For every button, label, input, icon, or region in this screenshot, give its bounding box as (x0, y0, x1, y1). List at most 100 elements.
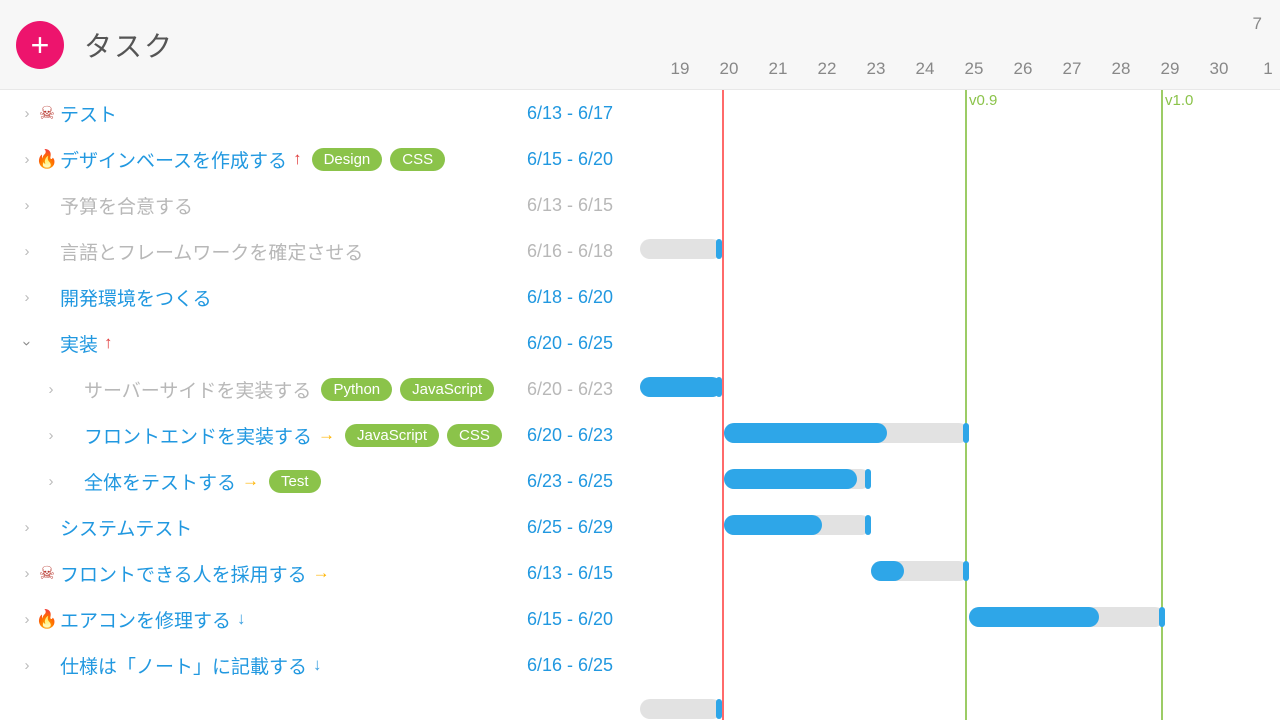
timeline-header: 1920212223242526272829301 (640, 0, 1280, 89)
chevron-right-icon[interactable]: › (44, 427, 58, 444)
day-label: 19 (671, 59, 690, 79)
fire-icon: 🔥 (36, 149, 58, 170)
gantt-bar-handle[interactable] (716, 377, 722, 397)
task-title[interactable]: 全体をテストする (84, 468, 236, 495)
gantt-bar-bg[interactable] (640, 699, 722, 719)
task-title[interactable]: デザインベースを作成する (60, 146, 287, 173)
task-dates: 6/18 - 6/20 (527, 287, 613, 308)
fire-icon: 🔥 (36, 609, 58, 630)
chevron-right-icon[interactable]: › (20, 611, 34, 628)
day-label: 30 (1210, 59, 1229, 79)
task-dates: 6/20 - 6/25 (527, 333, 613, 354)
task-dates: 6/20 - 6/23 (527, 379, 613, 400)
task-dates: 6/13 - 6/15 (527, 563, 613, 584)
chevron-right-icon[interactable]: › (20, 565, 34, 582)
day-label: 29 (1161, 59, 1180, 79)
chevron-right-icon[interactable]: › (20, 657, 34, 674)
priority-up-icon: ↑ (104, 333, 113, 353)
task-dates: 6/25 - 6/29 (527, 517, 613, 538)
page-title: タスク (84, 25, 174, 65)
chevron-right-icon[interactable]: › (20, 151, 34, 168)
priority-down-icon: ↓ (237, 609, 246, 629)
task-left: › システムテスト 6/25 - 6/29 (0, 514, 640, 541)
chevron-right-icon[interactable]: › (20, 289, 34, 306)
task-left: › ☠フロントできる人を採用する → 6/13 - 6/15 (0, 560, 640, 587)
task-title[interactable]: 仕様は「ノート」に記載する (60, 652, 307, 679)
task-left: ›全体をテストする→Test6/23 - 6/25 (0, 468, 640, 495)
chevron-right-icon[interactable]: › (44, 381, 58, 398)
gantt-bar-progress[interactable] (724, 469, 857, 489)
priority-right-icon: → (313, 563, 330, 583)
gantt-bar-bg[interactable] (640, 239, 722, 259)
day-label: 21 (769, 59, 788, 79)
skull-icon: ☠ (39, 103, 55, 124)
gantt-bar-handle[interactable] (963, 423, 969, 443)
task-left: ›🔥エアコンを修理する ↓ 6/15 - 6/20 (0, 606, 640, 633)
task-left: › 言語とフレームワークを確定させる 6/16 - 6/18 (0, 238, 640, 265)
gantt-bar-progress[interactable] (871, 561, 904, 581)
add-task-button[interactable]: + (16, 21, 64, 69)
gantt-bar-handle[interactable] (716, 699, 722, 719)
chevron-right-icon[interactable]: › (20, 197, 34, 214)
task-title[interactable]: フロントエンドを実装する (84, 422, 312, 449)
gantt-bar-progress[interactable] (640, 377, 722, 397)
gantt-bar-progress[interactable] (724, 515, 822, 535)
task-dates: 6/16 - 6/25 (527, 655, 613, 676)
tag[interactable]: CSS (447, 424, 502, 447)
tag[interactable]: JavaScript (400, 378, 494, 401)
task-dates: 6/13 - 6/17 (527, 103, 613, 124)
day-label: 27 (1063, 59, 1082, 79)
tag[interactable]: Python (321, 378, 392, 401)
tag-list: Test (269, 470, 321, 493)
chevron-right-icon[interactable]: › (44, 473, 58, 490)
task-dates: 6/13 - 6/15 (527, 195, 613, 216)
gantt-bar-progress[interactable] (969, 607, 1099, 627)
gantt-bar-handle[interactable] (865, 515, 871, 535)
task-title[interactable]: 言語とフレームワークを確定させる (60, 238, 363, 265)
task-title[interactable]: 開発環境をつくる (60, 284, 212, 311)
gantt-area (640, 180, 1280, 720)
task-dates: 6/16 - 6/18 (527, 241, 613, 262)
task-left: › サーバーサイドを実装する Python JavaScript 6/20 - 6/23 (0, 376, 640, 403)
day-label: 20 (720, 59, 739, 79)
tag[interactable]: JavaScript (345, 424, 439, 447)
gantt-bar-handle[interactable] (1159, 607, 1165, 627)
task-left: ›フロントエンドを実装する→JavaScriptCSS6/20 - 6/23 (0, 422, 640, 449)
gantt-bar-handle[interactable] (716, 239, 722, 259)
tag-list: JavaScript CSS (345, 424, 502, 447)
task-left: ›🔥デザインベースを作成する↑DesignCSS6/15 - 6/20 (0, 146, 640, 173)
day-label: 26 (1014, 59, 1033, 79)
task-title[interactable]: テスト (60, 100, 117, 127)
chevron-down-icon[interactable]: › (19, 336, 36, 350)
plus-icon: + (31, 29, 50, 61)
tag-list: Python JavaScript (321, 378, 494, 401)
tag[interactable]: Test (269, 470, 321, 493)
task-title[interactable]: 実装 (60, 330, 98, 357)
task-title[interactable]: エアコンを修理する (60, 606, 231, 633)
task-title[interactable]: システムテスト (60, 514, 192, 541)
task-left: › 開発環境をつくる 6/18 - 6/20 (0, 284, 640, 311)
chevron-right-icon[interactable]: › (20, 243, 34, 260)
gantt-bar-progress[interactable] (724, 423, 887, 443)
task-row: › ☠テスト 6/13 - 6/17 (0, 90, 1280, 136)
task-dates: 6/15 - 6/20 (527, 609, 613, 630)
chevron-right-icon[interactable]: › (20, 105, 34, 122)
chevron-right-icon[interactable]: › (20, 519, 34, 536)
task-left: › ☠テスト 6/13 - 6/17 (0, 100, 640, 127)
task-title[interactable]: サーバーサイドを実装する (84, 376, 311, 403)
task-title[interactable]: 予算を合意する (60, 192, 193, 219)
day-label: 22 (818, 59, 837, 79)
skull-icon: ☠ (39, 563, 55, 584)
tag[interactable]: Design (312, 148, 383, 171)
tag[interactable]: CSS (390, 148, 445, 171)
day-label: 24 (916, 59, 935, 79)
gantt-bar-handle[interactable] (865, 469, 871, 489)
task-title[interactable]: フロントできる人を採用する (60, 560, 307, 587)
task-left: › 実装 ↑ 6/20 - 6/25 (0, 330, 640, 357)
day-label: 1 (1263, 59, 1272, 79)
priority-down-icon: ↓ (313, 655, 322, 675)
priority-up-icon: ↑ (293, 149, 302, 169)
gantt-bar-handle[interactable] (963, 561, 969, 581)
header: + タスク 7 1920212223242526272829301 (0, 0, 1280, 90)
tag-list: Design CSS (312, 148, 446, 171)
